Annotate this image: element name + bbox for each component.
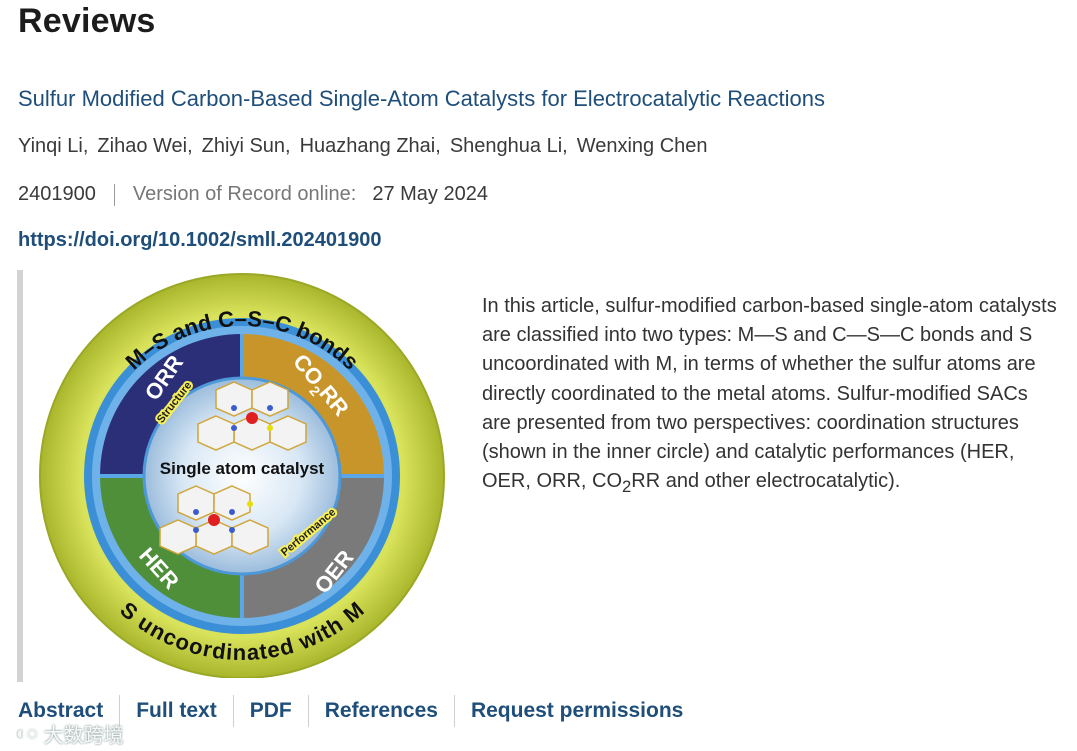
article-number: 2401900 <box>18 183 96 205</box>
graphical-abstract-image[interactable]: Single atom catalyst Structure Performan… <box>38 272 446 679</box>
section-title: Reviews <box>18 2 156 40</box>
author-link[interactable]: Wenxing Chen <box>577 135 708 158</box>
center-label: Single atom catalyst <box>160 459 325 478</box>
abstract-subscript: 2 <box>622 477 632 497</box>
author-link[interactable]: Zhiyi Sun <box>202 135 285 158</box>
abstract-text-part2: RR and other electrocatalytic). <box>631 470 901 493</box>
vor-date: 27 May 2024 <box>372 183 488 205</box>
author-separator: , <box>285 135 291 157</box>
watermark: ◐◌ 大数跨境 <box>16 719 124 748</box>
author-separator: , <box>187 135 193 157</box>
watermark-text: 大数跨境 <box>43 725 124 747</box>
meta-divider <box>113 183 115 206</box>
doi-link[interactable]: https://doi.org/10.1002/smll.202401900 <box>18 229 382 252</box>
tab-request-permissions[interactable]: Request permissions <box>453 695 699 727</box>
author-link[interactable]: Yinqi Li <box>18 135 83 158</box>
author-link[interactable]: Huazhang Zhai <box>300 135 436 158</box>
author-separator: , <box>562 135 568 157</box>
abstract-left-border <box>17 270 23 682</box>
tab-references[interactable]: References <box>307 695 454 727</box>
author-separator: , <box>435 135 441 157</box>
tab-pdf[interactable]: PDF <box>232 695 308 727</box>
watermark-logo-icon: ◐◌ <box>16 723 38 743</box>
abstract-text-part1: In this article, sulfur-modified carbon-… <box>482 295 1057 493</box>
article-meta: 2401900 Version of Record online: 27 May… <box>18 183 488 206</box>
vor-label: Version of Record online: <box>132 183 357 205</box>
author-link[interactable]: Shenghua Li <box>450 135 562 158</box>
article-title-link[interactable]: Sulfur Modified Carbon-Based Single-Atom… <box>18 86 825 112</box>
graphical-abstract-svg: Single atom catalyst Structure Performan… <box>39 273 445 679</box>
abstract-text: In this article, sulfur-modified carbon-… <box>482 292 1057 501</box>
author-link[interactable]: Zihao Wei <box>97 135 187 158</box>
author-list: Yinqi Li, Zihao Wei, Zhiyi Sun, Huazhang… <box>18 135 708 158</box>
tab-full-text[interactable]: Full text <box>119 695 233 727</box>
author-separator: , <box>82 135 89 157</box>
